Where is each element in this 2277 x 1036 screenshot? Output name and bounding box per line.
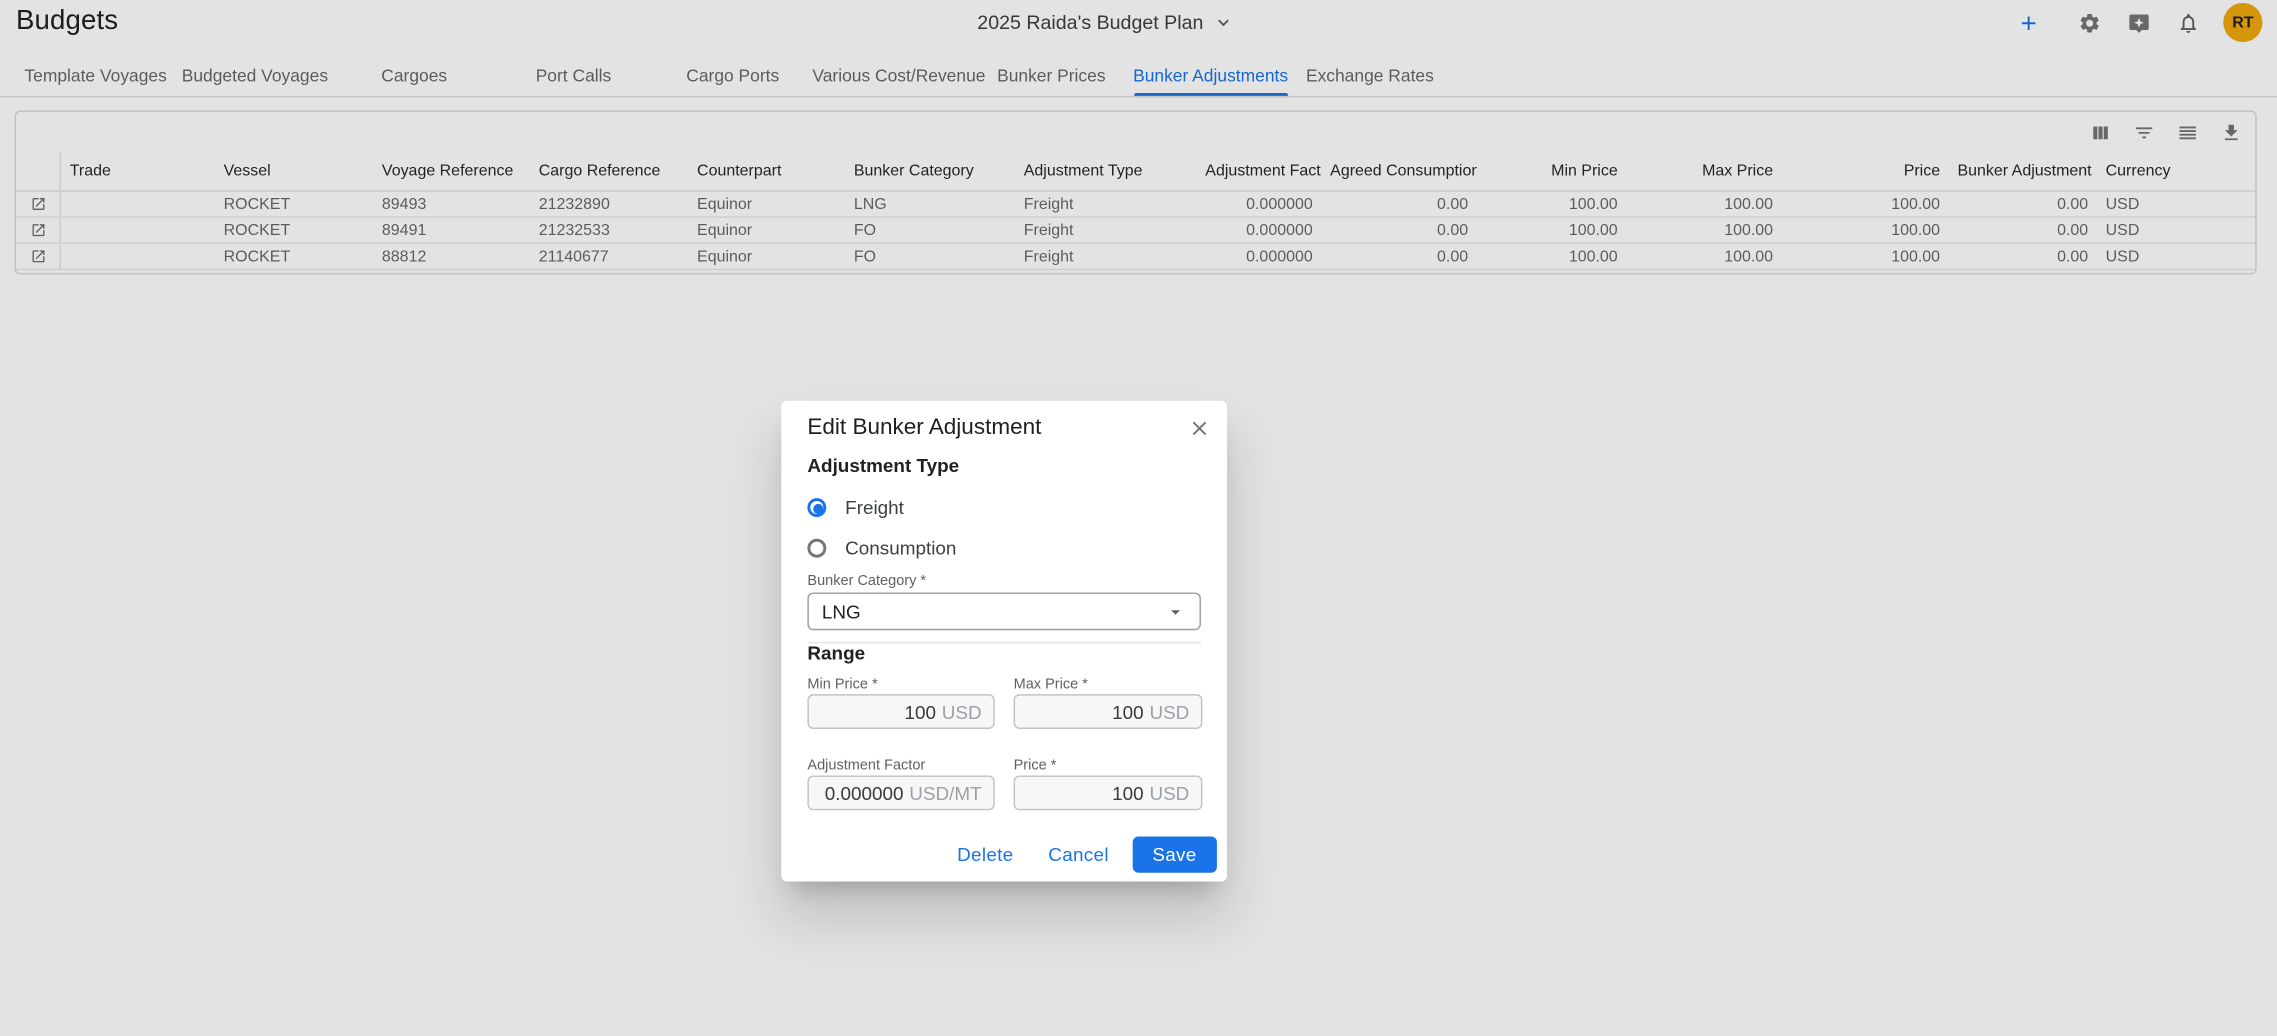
min-price-unit: USD [942,701,982,723]
delete-button[interactable]: Delete [946,836,1026,872]
range-heading: Range [807,642,865,664]
dialog-actions: Delete Cancel Save [946,836,1217,872]
min-price-value: 100 [904,701,936,723]
min-price-label: Min Price * [807,677,877,693]
price-input[interactable]: 100 USD [1014,775,1203,810]
app-root: Budgets 2025 Raida's Budget Plan RT Temp… [0,0,2277,1036]
max-price-input[interactable]: 100 USD [1014,694,1203,729]
adjustment-factor-input[interactable]: 0.000000 USD/MT [807,775,994,810]
dialog-close-button[interactable] [1188,417,1211,440]
radio-option-consumption[interactable]: Consumption [807,537,956,559]
save-button[interactable]: Save [1132,836,1217,872]
select-caret-icon [1165,600,1187,622]
adjustment-factor-label: Adjustment Factor [807,758,925,774]
radio-option-label: Consumption [845,537,956,559]
bunker-category-label: Bunker Category * [807,574,926,590]
price-label: Price * [1014,758,1057,774]
max-price-unit: USD [1149,701,1189,723]
dialog-title: Edit Bunker Adjustment [807,415,1041,441]
adjustment-factor-value: 0.000000 [825,782,904,804]
radio-option-freight[interactable]: Freight [807,497,904,519]
close-icon [1188,417,1211,440]
radio-option-label: Freight [845,497,904,519]
radio-unselected-icon [807,539,826,558]
cancel-button[interactable]: Cancel [1037,836,1121,872]
max-price-label: Max Price * [1014,677,1088,693]
edit-bunker-adjustment-dialog: Edit Bunker Adjustment Adjustment Type F… [781,401,1227,882]
price-value: 100 [1112,782,1144,804]
bunker-category-select[interactable]: LNG [807,592,1201,630]
min-price-input[interactable]: 100 USD [807,694,994,729]
adjustment-factor-unit: USD/MT [909,782,981,804]
section-divider [807,642,1201,643]
max-price-value: 100 [1112,701,1144,723]
radio-selected-icon [807,498,826,517]
price-unit: USD [1149,782,1189,804]
adjustment-type-heading: Adjustment Type [807,455,959,477]
bunker-category-value: LNG [822,600,1165,622]
